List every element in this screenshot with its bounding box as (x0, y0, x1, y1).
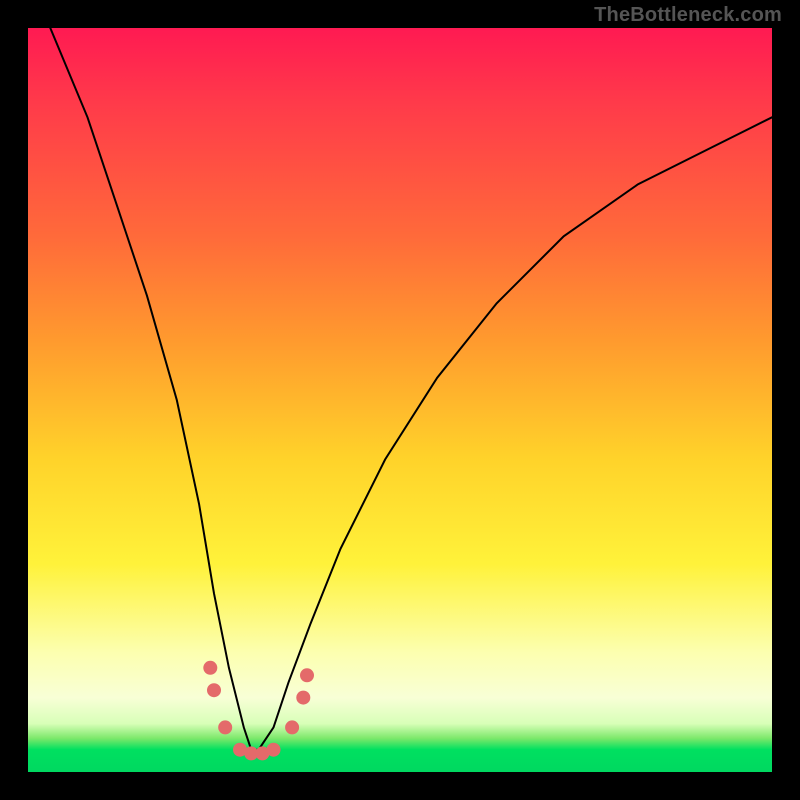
curve-marker (285, 720, 299, 734)
curve-marker (300, 668, 314, 682)
bottleneck-curve (50, 28, 772, 750)
marker-group (203, 661, 314, 761)
curve-marker (203, 661, 217, 675)
curve-svg (28, 28, 772, 772)
curve-marker (207, 683, 221, 697)
curve-marker (296, 691, 310, 705)
watermark-text: TheBottleneck.com (594, 4, 782, 27)
chart-stage: TheBottleneck.com (0, 0, 800, 800)
plot-area (28, 28, 772, 772)
curve-marker (218, 720, 232, 734)
curve-marker (267, 743, 281, 757)
